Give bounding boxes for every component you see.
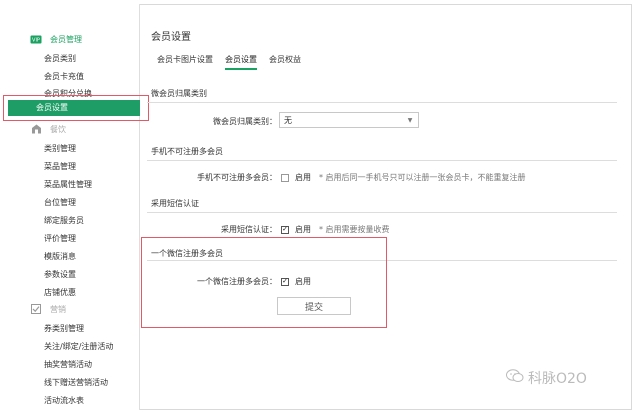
- sidebar-item-shop-discount[interactable]: 店铺优惠: [44, 288, 76, 298]
- group-divider: [147, 260, 617, 261]
- hint-text: * 启用需要按量收费: [319, 225, 390, 234]
- sidebar-section-label: 会员管理: [50, 34, 82, 44]
- select-value: 无: [284, 115, 292, 125]
- tab-member-settings[interactable]: 会员设置: [225, 54, 257, 70]
- shop-icon: [30, 124, 42, 134]
- group-divider: [147, 212, 617, 213]
- submit-button[interactable]: 提交: [277, 297, 351, 315]
- tab-card-image[interactable]: 会员卡图片设置: [157, 54, 213, 70]
- chevron-down-icon[interactable]: ▼: [402, 113, 418, 127]
- option-label: 启用: [295, 173, 311, 182]
- wechat-category-select[interactable]: 无 ▼: [279, 112, 419, 128]
- field-label: 微会员归属类别：: [213, 117, 277, 126]
- sidebar-item-activity-log[interactable]: 活动流水表: [44, 396, 84, 406]
- watermark-text: 科脉O2O: [528, 371, 587, 387]
- sidebar-item-review-manage[interactable]: 评价管理: [44, 234, 76, 244]
- sidebar-item-dish-attr[interactable]: 菜品属性管理: [44, 180, 92, 190]
- field-label: 采用短信认证：: [221, 225, 277, 234]
- group-title-phone-multi: 手机不可注册多会员: [151, 147, 223, 156]
- wechat-icon: [506, 369, 524, 387]
- field-label: 手机不可注册多会员：: [197, 173, 277, 182]
- sidebar-section-label: 营销: [50, 304, 66, 314]
- sidebar-item-params[interactable]: 参数设置: [44, 270, 76, 280]
- wechat-multi-row: 一个微信注册多会员： 启用: [161, 276, 311, 287]
- watermark: 科脉O2O: [506, 368, 587, 388]
- sidebar-item-lottery[interactable]: 抽奖营销活动: [44, 360, 92, 370]
- sidebar-item-follow-activity[interactable]: 关注/绑定/注册活动: [44, 342, 113, 352]
- group-title-wechat-multi: 一个微信注册多会员: [151, 249, 223, 258]
- page-title: 会员设置: [151, 32, 191, 43]
- sidebar-item-coupon-category[interactable]: 券类别管理: [44, 324, 84, 334]
- main-panel: 会员设置 会员卡图片设置 会员设置 会员权益 微会员归属类别 微会员归属类别： …: [141, 4, 631, 410]
- group-divider: [147, 160, 617, 161]
- sidebar-item-offline-gift[interactable]: 线下赠送营销活动: [44, 378, 108, 388]
- sidebar-item-points-exchange[interactable]: 会员积分兑换: [44, 89, 92, 99]
- sidebar-item-table-manage[interactable]: 台位管理: [44, 198, 76, 208]
- phone-multi-checkbox[interactable]: [281, 173, 289, 182]
- sidebar-item-bind-waiter[interactable]: 绑定服务员: [44, 216, 84, 226]
- sidebar-section-marketing[interactable]: 营销: [8, 302, 140, 316]
- sidebar-item-category-manage[interactable]: 类别管理: [44, 144, 76, 154]
- svg-text:VIP: VIP: [32, 37, 40, 43]
- sidebar-section-label: 餐饮: [50, 124, 66, 134]
- option-label: 启用: [295, 277, 311, 286]
- sidebar-item-member-settings[interactable]: 会员设置: [8, 100, 140, 116]
- option-label: 启用: [295, 225, 311, 234]
- group-divider: [147, 102, 617, 103]
- phone-multi-row: 手机不可注册多会员： 启用 * 启用后同一手机号只可以注册一张会员卡，不能重复注…: [161, 172, 526, 183]
- wechat-category-row: 微会员归属类别：: [161, 116, 277, 127]
- sms-verify-checkbox[interactable]: [281, 225, 289, 234]
- sidebar: VIP 会员管理 会员类别 会员卡充值 会员积分兑换 餐饮 类别管理 菜品管理 …: [8, 4, 140, 410]
- hint-text: * 启用后同一手机号只可以注册一张会员卡，不能重复注册: [319, 173, 526, 182]
- sidebar-section-dining[interactable]: 餐饮: [8, 122, 140, 136]
- sidebar-item-card-recharge[interactable]: 会员卡充值: [44, 72, 84, 82]
- tab-member-rights[interactable]: 会员权益: [269, 54, 301, 70]
- sidebar-item-dish-manage[interactable]: 菜品管理: [44, 162, 76, 172]
- group-title-sms-verify: 采用短信认证: [151, 199, 199, 208]
- wechat-multi-checkbox[interactable]: [281, 277, 289, 286]
- sidebar-section-member[interactable]: VIP 会员管理: [8, 32, 140, 46]
- sms-verify-row: 采用短信认证： 启用 * 启用需要按量收费: [161, 224, 390, 235]
- vip-icon: VIP: [30, 34, 42, 44]
- field-label: 一个微信注册多会员：: [197, 277, 277, 286]
- group-title-wechat-category: 微会员归属类别: [151, 89, 207, 98]
- sidebar-item-template-msg[interactable]: 模版消息: [44, 252, 76, 262]
- checkbox-icon: [30, 304, 42, 314]
- sidebar-item-member-category[interactable]: 会员类别: [44, 54, 76, 64]
- tab-bar: 会员卡图片设置 会员设置 会员权益: [157, 54, 301, 70]
